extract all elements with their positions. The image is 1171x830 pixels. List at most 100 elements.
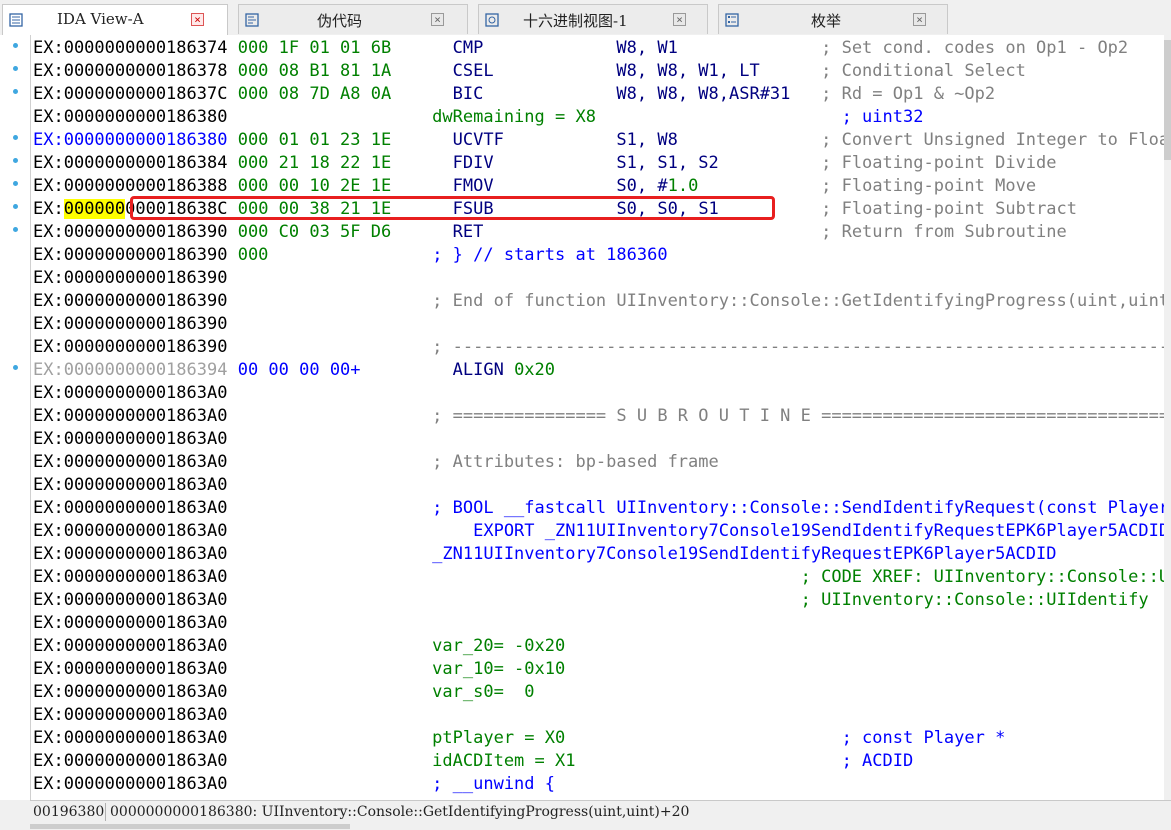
- arrow-gutter[interactable]: [0, 35, 31, 800]
- listing-line[interactable]: EX:0000000000186394 00 00 00 00+ ALIGN 0…: [33, 359, 555, 382]
- annotation-box: [130, 196, 775, 220]
- enums-icon: [725, 13, 739, 27]
- listing-token: EX:000000000018637C: [33, 84, 238, 104]
- listing-token: UCVTF: [391, 130, 617, 150]
- listing-token: EX:0000000000186390: [33, 222, 238, 242]
- listing-token: EX:00000000001863A0: [33, 567, 801, 587]
- listing-line[interactable]: EX:0000000000186380 000 01 01 23 1E UCVT…: [33, 129, 1164, 152]
- listing-token: ; Convert Unsigned Integer to Floating-p…: [821, 130, 1164, 150]
- listing-line[interactable]: EX:0000000000186378 000 08 B1 81 1A CSEL…: [33, 60, 1026, 83]
- listing-line[interactable]: EX:00000000001863A0 ; __unwind {: [33, 773, 555, 796]
- listing-token: 0: [524, 682, 535, 702]
- listing-token: ; Floating-point Divide: [821, 153, 1057, 173]
- listing-token: ; } // starts at 186360: [432, 245, 668, 265]
- breakpoint-dot-icon[interactable]: [13, 43, 18, 48]
- listing-line[interactable]: EX:0000000000186380 dwRemaining = X8 ; u…: [33, 106, 923, 129]
- listing-line[interactable]: EX:00000000001863A0: [33, 612, 227, 635]
- listing-token: ALIGN: [360, 360, 515, 380]
- listing-token: ; Conditional Select: [821, 61, 1026, 81]
- listing-line[interactable]: EX:0000000000186390 ; ------------------…: [33, 336, 1164, 359]
- listing-token: EX:: [33, 199, 64, 219]
- listing-token: ; const Player *: [841, 728, 1006, 748]
- listing-line[interactable]: EX:00000000001863A0 var_s0= 0: [33, 681, 535, 704]
- listing-line[interactable]: EX:00000000001863A0 ; =============== S …: [33, 405, 1164, 428]
- listing-token: EX:00000000001863A0: [33, 544, 433, 564]
- listing-token: EX:0000000000186380: [33, 107, 433, 127]
- listing-token: 000 08 B1 81 1A: [237, 61, 392, 81]
- close-tab-icon[interactable]: ×: [431, 13, 444, 26]
- listing-token: 0x20: [524, 636, 566, 656]
- listing-token: EX:00000000001863A0: [33, 452, 433, 472]
- listing-token: W8, W1: [616, 38, 822, 58]
- listing-line[interactable]: EX:00000000001863A0 ; UIInventory::Conso…: [33, 589, 1149, 612]
- listing-line[interactable]: EX:0000000000186374 000 1F 01 01 6B CMP …: [33, 37, 1128, 60]
- tab-pseudocode[interactable]: 伪代码 ×: [238, 4, 468, 34]
- listing-token: EX:0000000000186394: [33, 360, 238, 380]
- tab-ida-view-a[interactable]: IDA View-A ×: [2, 4, 228, 36]
- listing-token: ; Return from Subroutine: [821, 222, 1067, 242]
- listing-line[interactable]: EX:00000000001863A0: [33, 474, 227, 497]
- vertical-scrollbar-thumb[interactable]: [1164, 40, 1171, 160]
- listing-token: 000: [237, 245, 269, 265]
- listing-line[interactable]: EX:0000000000186390 ; End of function UI…: [33, 290, 1164, 313]
- close-tab-icon[interactable]: ×: [673, 13, 686, 26]
- listing-line[interactable]: EX:000000000018637C 000 08 7D A8 0A BIC …: [33, 83, 995, 106]
- listing-token: EX:00000000001863A0: [33, 636, 433, 656]
- listing-token: EX:0000000000186390: [33, 245, 238, 265]
- listing-line[interactable]: EX:00000000001863A0 idACDItem = X1 ; ACD…: [33, 750, 913, 773]
- listing-token: EX:0000000000186390: [33, 337, 433, 357]
- listing-token: CMP: [391, 38, 617, 58]
- listing-line[interactable]: EX:00000000001863A0 var_20= -0x20: [33, 635, 565, 658]
- breakpoint-dot-icon[interactable]: [13, 227, 18, 232]
- listing-token: EX:00000000001863A0: [33, 475, 228, 495]
- listing-line[interactable]: EX:00000000001863A0 ptPlayer = X0 ; cons…: [33, 727, 1005, 750]
- listing-token: EX:00000000001863A0: [33, 383, 228, 403]
- listing-token: ; uint32: [841, 107, 924, 127]
- listing-token: EX:00000000001863A0: [33, 429, 228, 449]
- listing-token: 000 C0 03 5F D6: [237, 222, 392, 242]
- status-offset: 00196380: [33, 804, 105, 820]
- listing-line[interactable]: EX:0000000000186384 000 21 18 22 1E FDIV…: [33, 152, 1057, 175]
- tab-bar: IDA View-A × 伪代码 × 十六进制视图-1 × 枚举 ×: [0, 0, 1171, 36]
- breakpoint-dot-icon[interactable]: [13, 135, 18, 140]
- close-tab-icon[interactable]: ×: [191, 13, 204, 26]
- listing-line[interactable]: EX:00000000001863A0 ; BOOL __fastcall UI…: [33, 497, 1164, 520]
- tab-label: 十六进制视图-1: [523, 12, 628, 30]
- disassembly-listing[interactable]: EX:0000000000186374 000 1F 01 01 6B CMP …: [31, 35, 1164, 800]
- listing-line[interactable]: EX:0000000000186390: [33, 313, 227, 336]
- listing-line[interactable]: EX:00000000001863A0 var_10= -0x10: [33, 658, 565, 681]
- listing-line[interactable]: EX:00000000001863A0: [33, 704, 227, 727]
- listing-line[interactable]: EX:0000000000186388 000 00 10 2E 1E FMOV…: [33, 175, 1036, 198]
- listing-line[interactable]: EX:00000000001863A0: [33, 428, 227, 451]
- listing-line[interactable]: EX:00000000001863A0 ; Attributes: bp-bas…: [33, 451, 719, 474]
- listing-token: W8, W8, W1, LT: [616, 61, 822, 81]
- listing-line[interactable]: EX:00000000001863A0 EXPORT _ZN11UIInvent…: [33, 520, 1164, 543]
- breakpoint-dot-icon[interactable]: [13, 204, 18, 209]
- listing-line[interactable]: EX:0000000000186390 000 ; } // starts at…: [33, 244, 668, 267]
- breakpoint-dot-icon[interactable]: [13, 365, 18, 370]
- listing-token: EX:00000000001863A0: [33, 705, 228, 725]
- listing-token: EX:0000000000186388: [33, 176, 238, 196]
- breakpoint-dot-icon[interactable]: [13, 66, 18, 71]
- listing-token: ptPlayer = X0: [432, 728, 842, 748]
- listing-token: 00 00 00 00+: [237, 360, 361, 380]
- listing-line[interactable]: EX:00000000001863A0 _ZN11UIInventory7Con…: [33, 543, 1057, 566]
- breakpoint-dot-icon[interactable]: [13, 89, 18, 94]
- listing-line[interactable]: EX:0000000000186390: [33, 267, 227, 290]
- listing-token: EX:0000000000186380: [33, 130, 238, 150]
- breakpoint-dot-icon[interactable]: [13, 158, 18, 163]
- listing-line[interactable]: EX:00000000001863A0 ; CODE XREF: UIInven…: [33, 566, 1164, 589]
- listing-token: dwRemaining = X8: [432, 107, 842, 127]
- listing-token: var_20= -: [432, 636, 525, 656]
- listing-token: 0x20: [514, 360, 556, 380]
- tab-hex-view[interactable]: 十六进制视图-1 ×: [478, 4, 708, 34]
- tab-label: 枚举: [811, 12, 842, 30]
- tab-enums[interactable]: 枚举 ×: [718, 4, 948, 34]
- listing-token: idACDItem = X1: [432, 751, 842, 771]
- horizontal-scrollbar-thumb[interactable]: [30, 824, 350, 829]
- listing-line[interactable]: EX:0000000000186390 000 C0 03 5F D6 RET …: [33, 221, 1067, 244]
- listing-token: EX:00000000001863A0: [33, 498, 433, 518]
- breakpoint-dot-icon[interactable]: [13, 181, 18, 186]
- listing-line[interactable]: EX:00000000001863A0: [33, 382, 227, 405]
- close-tab-icon[interactable]: ×: [913, 13, 926, 26]
